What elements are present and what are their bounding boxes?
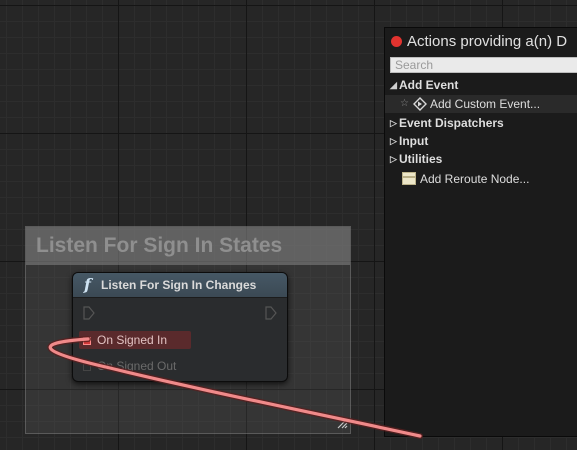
category-label: Add Event — [399, 78, 459, 92]
menu-title: Actions providing a(n) D — [407, 33, 568, 50]
action-add-reroute-node[interactable]: Add Reroute Node... — [385, 170, 577, 188]
node-title: Listen For Sign In Changes — [101, 278, 257, 292]
function-icon: f — [84, 275, 91, 294]
category-input[interactable]: ▷ Input — [385, 132, 577, 150]
reroute-node-icon — [402, 172, 416, 185]
category-utilities[interactable]: ▷ Utilities — [385, 150, 577, 168]
comment-title[interactable]: Listen For Sign In States — [36, 234, 282, 258]
custom-event-icon — [413, 97, 427, 111]
action-label: Add Custom Event... — [430, 97, 541, 111]
action-label: Add Reroute Node... — [420, 172, 530, 186]
category-label: Input — [399, 134, 429, 148]
blueprint-graph-canvas[interactable]: Listen For Sign In States f Listen For S… — [0, 0, 577, 450]
menu-titlebar: Actions providing a(n) D — [385, 28, 577, 56]
pin-on-signed-in[interactable]: On Signed In — [79, 331, 191, 349]
collapsed-triangle-icon[interactable]: ▷ — [390, 132, 397, 150]
close-icon[interactable] — [391, 36, 402, 47]
function-node[interactable]: f Listen For Sign In Changes On Signed I… — [72, 272, 288, 382]
delegate-pin-icon[interactable] — [83, 336, 91, 345]
exec-output-pin-icon[interactable] — [265, 306, 277, 320]
delegate-pin-icon[interactable] — [83, 362, 91, 371]
category-event-dispatchers[interactable]: ▷ Event Dispatchers — [385, 114, 577, 132]
search-input[interactable] — [390, 57, 577, 73]
collapsed-triangle-icon[interactable]: ▷ — [390, 150, 397, 168]
expanded-triangle-icon[interactable]: ◢ — [390, 76, 397, 94]
collapsed-triangle-icon[interactable]: ▷ — [390, 114, 397, 132]
category-add-event[interactable]: ◢ Add Event — [385, 76, 577, 94]
category-label: Utilities — [399, 152, 443, 166]
action-add-custom-event[interactable]: ☆ Add Custom Event... — [385, 95, 577, 113]
pin-on-signed-out[interactable]: On Signed Out — [83, 357, 176, 375]
comment-header[interactable]: Listen For Sign In States — [26, 227, 350, 265]
star-icon[interactable]: ☆ — [400, 95, 409, 113]
pin-label: On Signed In — [97, 333, 168, 347]
category-label: Event Dispatchers — [399, 116, 504, 130]
exec-input-pin-icon[interactable] — [83, 306, 95, 320]
pin-label: On Signed Out — [97, 359, 177, 373]
resize-grip-icon[interactable] — [334, 417, 348, 431]
action-menu[interactable]: Actions providing a(n) D ◢ Add Event ☆ A… — [384, 27, 577, 437]
node-header[interactable]: f Listen For Sign In Changes — [73, 273, 287, 298]
